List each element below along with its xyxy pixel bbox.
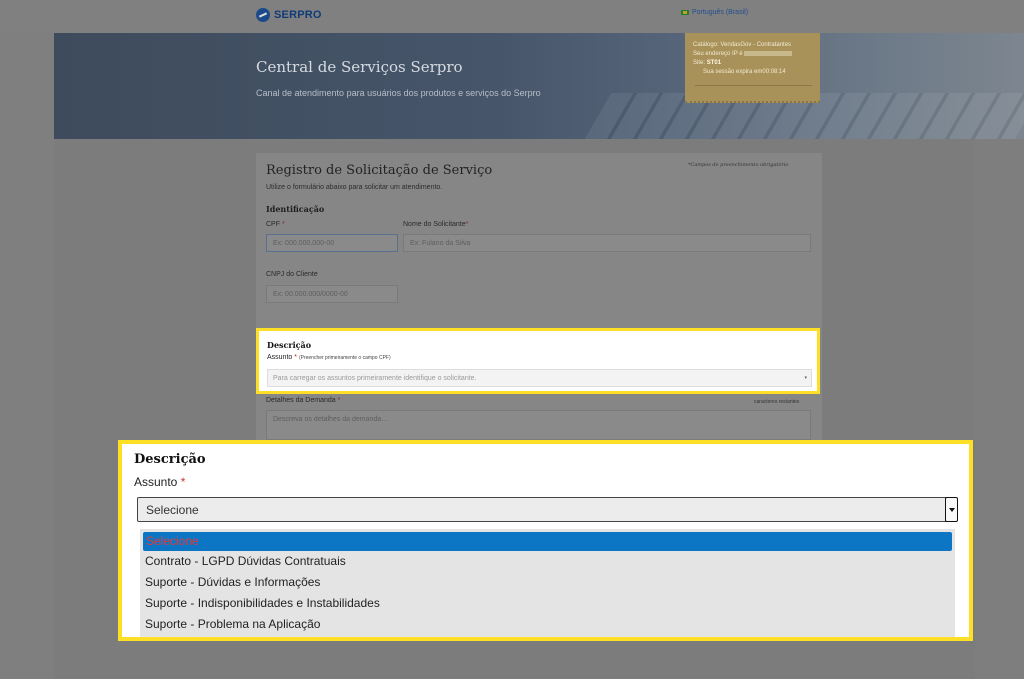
subject-selected-value: Selecione	[146, 503, 199, 517]
subject-label: Assunto * (Preencher primeiramente o cam…	[267, 354, 391, 361]
details-textarea[interactable]: Descreva os detalhes da demanda...	[266, 410, 811, 440]
left-gutter	[0, 33, 54, 679]
session-expiry-line: Sua sessão expira em00:08:14	[693, 68, 820, 77]
option-selecione[interactable]: Selecione	[143, 532, 952, 551]
option-suporte-problema[interactable]: Suporte - Problema na Aplicação	[140, 614, 955, 635]
session-ticket: Catálogo: VendasGov - Contratantes Seu e…	[685, 33, 820, 103]
session-timer: 00:08:14	[762, 69, 786, 75]
cnpj-label: CNPJ do Cliente	[266, 271, 318, 278]
form-title: Registro de Solicitação de Serviço	[266, 163, 493, 178]
required-fields-note: *Campos de preenchimento obrigatório	[688, 162, 789, 168]
ip-line: Seu endereço IP é	[693, 50, 820, 59]
cnpj-input[interactable]: Ex: 00.000.000/0000-00	[266, 285, 398, 303]
site-line: Site: ST01	[693, 59, 820, 68]
expires-label: Sua sessão expira em	[703, 69, 763, 75]
subject-hint: (Preencher primeiramente o campo CPF)	[298, 355, 391, 361]
site-label: Site:	[693, 60, 706, 66]
language-label: Português (Brasil)	[692, 9, 749, 16]
subject-options-list: Selecione Contrato - LGPD Dúvidas Contra…	[140, 529, 955, 637]
option-suporte-duvidas[interactable]: Suporte - Dúvidas e Informações	[140, 572, 955, 593]
right-gutter	[975, 139, 1024, 679]
requester-name-input[interactable]: Ex: Fulano da Silva	[403, 234, 811, 252]
form-hint: Utilize o formulário abaixo para solicit…	[266, 184, 443, 191]
ip-label: Seu endereço IP é	[693, 51, 743, 57]
description-zoom-panel: Descrição Assunto * Selecione Selecione …	[118, 440, 973, 641]
redacted-ip	[744, 50, 793, 56]
banner-title: Central de Serviços Serpro	[256, 58, 463, 76]
cpf-input[interactable]: Ex: 000.000.000-00	[266, 234, 398, 252]
site-value: ST01	[706, 60, 722, 66]
option-suporte-indisponibilidades[interactable]: Suporte - Indisponibilidades e Instabili…	[140, 593, 955, 614]
logo-text: SERPRO	[274, 9, 322, 21]
subject-zoom-label: Assunto *	[134, 475, 186, 489]
subject-select[interactable]: Selecione	[137, 497, 958, 522]
catalog-text: Catálogo: VendasGov - Contratantes	[693, 42, 792, 48]
description-zoom-heading: Descrição	[134, 452, 206, 467]
brazil-flag-icon	[681, 10, 689, 15]
identification-heading: Identificação	[266, 204, 325, 214]
subject-select-placeholder: Para carregar os assuntos primeiramente …	[273, 375, 477, 382]
serpro-logo[interactable]: SERPRO	[256, 8, 322, 22]
name-label: Nome do Solicitante*	[403, 221, 469, 228]
serpro-logo-icon	[256, 8, 270, 22]
details-label: Detalhes da Demanda *	[266, 397, 341, 404]
description-section-highlight: Descrição Assunto * (Preencher primeiram…	[256, 328, 820, 394]
chevron-down-icon: ▾	[804, 375, 807, 381]
subject-select-disabled[interactable]: Para carregar os assuntos primeiramente …	[267, 369, 812, 387]
ticket-divider	[695, 85, 812, 86]
service-request-form: Registro de Solicitação de Serviço *Camp…	[256, 153, 822, 443]
banner-subtitle: Canal de atendimento para usuários dos p…	[256, 88, 541, 98]
chars-remaining: caracteres restantes	[754, 399, 800, 405]
hero-banner: Central de Serviços Serpro Canal de aten…	[54, 33, 1024, 139]
language-selector[interactable]: Português (Brasil)	[681, 9, 748, 16]
cpf-label: CPF *	[266, 221, 285, 228]
dropdown-arrow-icon[interactable]	[945, 497, 958, 522]
option-contrato-lgpd[interactable]: Contrato - LGPD Dúvidas Contratuais	[140, 551, 955, 572]
top-bar: SERPRO Português (Brasil)	[0, 0, 1024, 33]
description-heading: Descrição	[267, 340, 312, 350]
